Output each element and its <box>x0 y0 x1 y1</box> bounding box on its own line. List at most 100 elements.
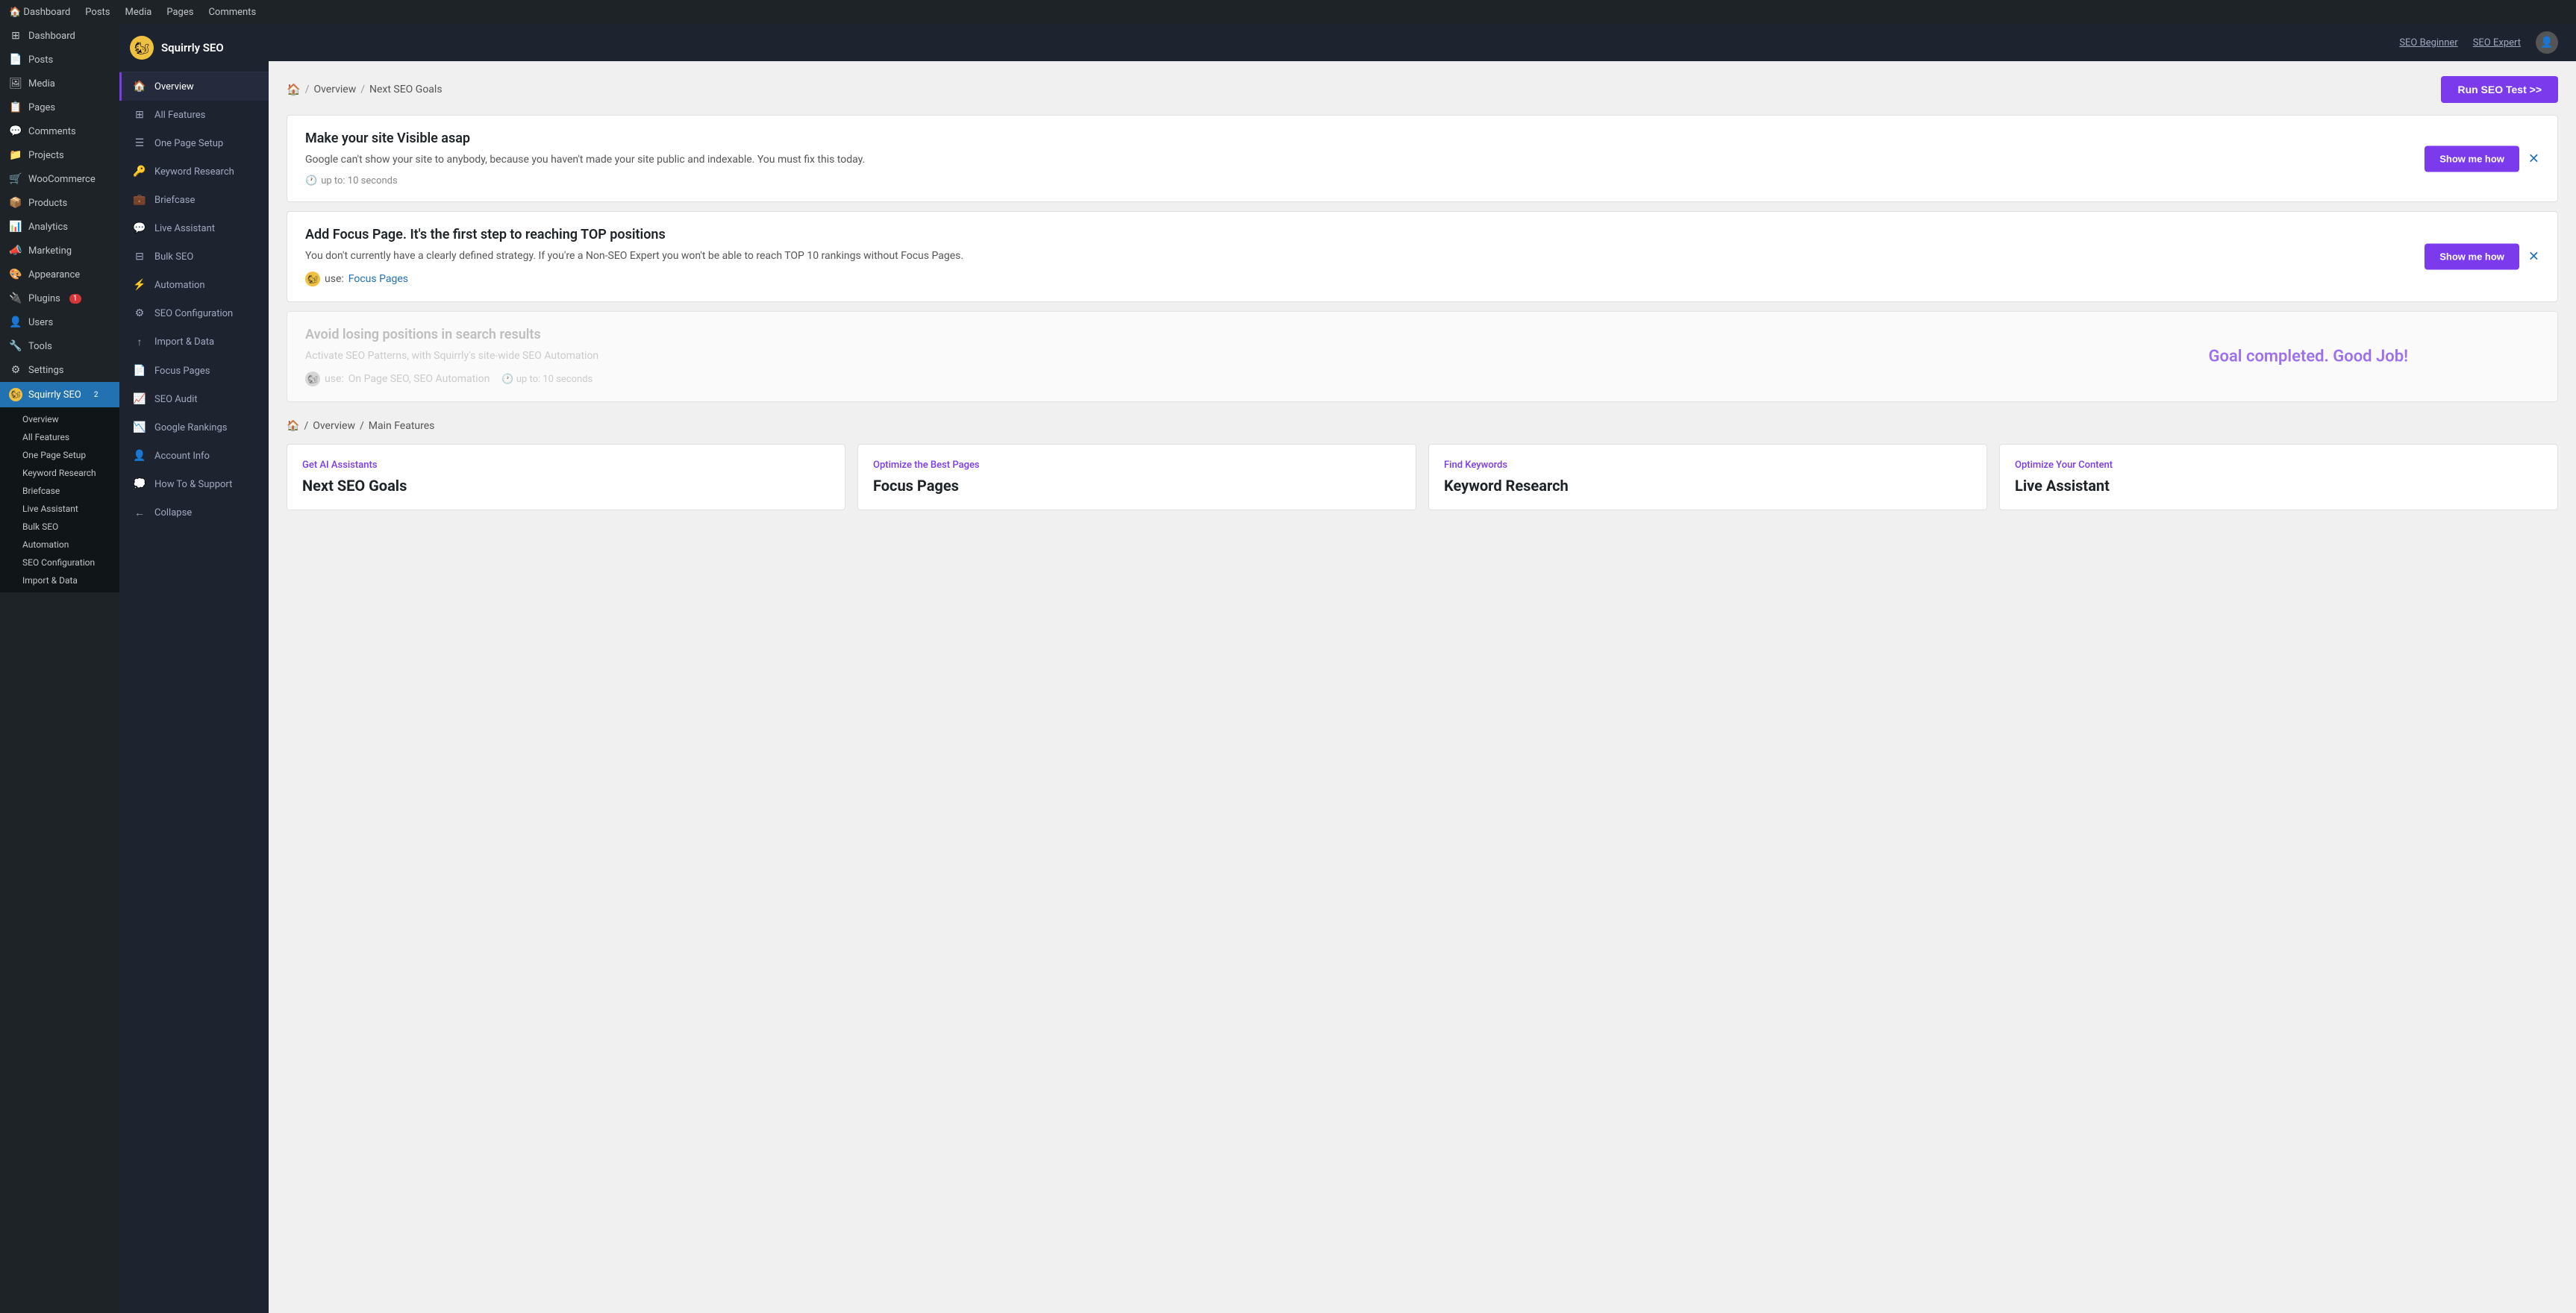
feature-card-live-assistant[interactable]: Optimize Your Content Live Assistant <box>1999 444 2558 510</box>
features-breadcrumb: 🏠 / Overview / Main Features <box>287 420 2558 432</box>
sq-menu-live-assistant[interactable]: 💬 Live Assistant <box>119 214 269 242</box>
squirrly-title: Squirrly SEO <box>161 41 224 54</box>
wp-sidebar: ⊞ Dashboard 📄 Posts 🖼 Media 📋 Pages 💬 Co… <box>0 24 119 1313</box>
main-content: SEO Beginner SEO Expert 👤 🏠 / Overview /… <box>269 24 2576 1313</box>
submenu-overview[interactable]: Overview <box>0 410 119 428</box>
squirrly-badge: 2 <box>90 390 102 400</box>
squirrly-header: 🐿 Squirrly SEO <box>119 24 269 72</box>
feature-title-2: Keyword Research <box>1444 477 1972 495</box>
sidebar-item-posts[interactable]: 📄 Posts <box>0 48 119 72</box>
sq-menu-briefcase[interactable]: 💼 Briefcase <box>119 186 269 214</box>
sidebar-item-plugins[interactable]: 🔌 Plugins 1 <box>0 286 119 310</box>
goal-card-2: Add Focus Page. It's the first step to r… <box>287 211 2558 302</box>
squirrly-logo: 🐿 <box>130 36 154 60</box>
feature-card-next-seo-goals[interactable]: Get AI Assistants Next SEO Goals <box>287 444 845 510</box>
sq-menu-collapse[interactable]: ← Collapse <box>119 498 269 527</box>
sidebar-item-users[interactable]: 👤 Users <box>0 310 119 334</box>
sq-menu-account-info[interactable]: 👤 Account Info <box>119 442 269 470</box>
wp-admin-bar: 🏠 Dashboard Posts Media Pages Comments <box>0 0 2576 24</box>
sq-menu-automation[interactable]: ⚡ Automation <box>119 271 269 299</box>
woocommerce-icon: 🛒 <box>9 173 22 185</box>
submenu-live-assistant[interactable]: Live Assistant <box>0 500 119 518</box>
squirrly-logo-icon: 🐿 <box>9 388 22 401</box>
submenu-seo-configuration[interactable]: SEO Configuration <box>0 554 119 571</box>
admin-bar-dashboard[interactable]: 🏠 Dashboard <box>9 7 70 18</box>
google-rankings-icon: 📉 <box>132 422 147 433</box>
sidebar-item-marketing[interactable]: 📣 Marketing <box>0 239 119 263</box>
sidebar-item-analytics[interactable]: 📊 Analytics <box>0 215 119 239</box>
feature-title-1: Focus Pages <box>873 477 1401 495</box>
goal-completed-text: Goal completed. Good Job! <box>2209 348 2408 366</box>
submenu-all-features[interactable]: All Features <box>0 428 119 446</box>
squirrly-submenu: Overview All Features One Page Setup Key… <box>0 407 119 592</box>
main-layout: ⊞ Dashboard 📄 Posts 🖼 Media 📋 Pages 💬 Co… <box>0 0 2576 1313</box>
sq-menu-bulk-seo[interactable]: ⊟ Bulk SEO <box>119 242 269 271</box>
goal-1-show-me-button[interactable]: Show me how <box>2425 145 2519 172</box>
sq-menu-overview[interactable]: 🏠 Overview <box>119 72 269 101</box>
sidebar-item-squirrly[interactable]: 🐿 Squirrly SEO 2 <box>0 382 119 407</box>
feature-title-3: Live Assistant <box>2015 477 2542 495</box>
clock-icon-1: 🕐 <box>305 175 317 187</box>
comments-icon: 💬 <box>9 125 22 137</box>
pages-icon: 📋 <box>9 101 22 113</box>
submenu-bulk-seo[interactable]: Bulk SEO <box>0 518 119 536</box>
admin-bar-pages[interactable]: Pages <box>166 7 193 18</box>
goal-card-1-desc: Google can't show your site to anybody, … <box>305 152 2539 168</box>
submenu-automation[interactable]: Automation <box>0 536 119 554</box>
sidebar-item-tools[interactable]: 🔧 Tools <box>0 334 119 358</box>
settings-icon: ⚙ <box>9 364 22 376</box>
goal-2-show-me-button[interactable]: Show me how <box>2425 244 2519 270</box>
submenu-briefcase[interactable]: Briefcase <box>0 482 119 500</box>
admin-bar-media[interactable]: Media <box>125 7 152 18</box>
goal-3-time: 🕐 up to: 10 seconds <box>501 374 593 385</box>
goal-card-3-use: 🐿 use: On Page SEO, SEO Automation 🕐 up … <box>305 372 2539 386</box>
sq-menu-keyword-research[interactable]: 🔑 Keyword Research <box>119 157 269 186</box>
sidebar-item-woocommerce[interactable]: 🛒 WooCommerce <box>0 167 119 191</box>
content-area: 🏠 / Overview / Next SEO Goals Run SEO Te… <box>269 61 2576 525</box>
user-avatar[interactable]: 👤 <box>2536 31 2558 54</box>
briefcase-icon: 💼 <box>132 194 147 206</box>
sq-menu-one-page-setup[interactable]: ☰ One Page Setup <box>119 129 269 157</box>
marketing-icon: 📣 <box>9 245 22 257</box>
goal-card-3-title: Avoid losing positions in search results <box>305 327 2539 342</box>
seo-beginner-link[interactable]: SEO Beginner <box>2399 37 2457 48</box>
seo-configuration-icon: ⚙ <box>132 307 147 319</box>
feature-card-focus-pages[interactable]: Optimize the Best Pages Focus Pages <box>857 444 1416 510</box>
sidebar-item-media[interactable]: 🖼 Media <box>0 72 119 95</box>
submenu-one-page-setup[interactable]: One Page Setup <box>0 446 119 464</box>
sidebar-item-dashboard[interactable]: ⊞ Dashboard <box>0 24 119 48</box>
squirrly-use-icon-3: 🐿 <box>305 372 320 386</box>
goal-1-close-button[interactable]: ✕ <box>2528 151 2539 166</box>
sq-menu-seo-configuration[interactable]: ⚙ SEO Configuration <box>119 299 269 328</box>
goal-2-close-button[interactable]: ✕ <box>2528 249 2539 265</box>
all-features-icon: ⊞ <box>132 109 147 121</box>
sq-menu-import-data[interactable]: ↑ Import & Data <box>119 328 269 357</box>
feature-label-3: Optimize Your Content <box>2015 460 2542 471</box>
sidebar-item-appearance[interactable]: 🎨 Appearance <box>0 263 119 286</box>
sq-menu-how-to-support[interactable]: 💭 How To & Support <box>119 470 269 498</box>
goal-card-2-use: 🐿 use: Focus Pages <box>305 272 2539 286</box>
tools-icon: 🔧 <box>9 340 22 352</box>
goal-2-focus-pages-link[interactable]: Focus Pages <box>348 273 408 285</box>
sq-menu-seo-audit[interactable]: 📈 SEO Audit <box>119 385 269 413</box>
sq-menu-focus-pages[interactable]: 📄 Focus Pages <box>119 357 269 385</box>
sidebar-item-settings[interactable]: ⚙ Settings <box>0 358 119 382</box>
seo-expert-link[interactable]: SEO Expert <box>2473 37 2521 48</box>
sidebar-item-products[interactable]: 📦 Products <box>0 191 119 215</box>
sidebar-item-comments[interactable]: 💬 Comments <box>0 119 119 143</box>
how-to-support-icon: 💭 <box>132 478 147 490</box>
sq-menu-google-rankings[interactable]: 📉 Google Rankings <box>119 413 269 442</box>
sidebar-item-projects[interactable]: 📁 Projects <box>0 143 119 167</box>
submenu-keyword-research[interactable]: Keyword Research <box>0 464 119 482</box>
sq-menu-all-features[interactable]: ⊞ All Features <box>119 101 269 129</box>
users-icon: 👤 <box>9 316 22 328</box>
seo-audit-icon: 📈 <box>132 393 147 405</box>
goal-card-1-time: 🕐 up to: 10 seconds <box>305 175 2539 187</box>
feature-card-keyword-research[interactable]: Find Keywords Keyword Research <box>1428 444 1987 510</box>
run-seo-test-button[interactable]: Run SEO Test >> <box>2441 76 2558 103</box>
submenu-import-data[interactable]: Import & Data <box>0 571 119 589</box>
goal-card-3-desc: Activate SEO Patterns, with Squirrly's s… <box>305 348 2539 364</box>
admin-bar-comments[interactable]: Comments <box>208 7 256 18</box>
sidebar-item-pages[interactable]: 📋 Pages <box>0 95 119 119</box>
admin-bar-posts[interactable]: Posts <box>85 7 110 18</box>
